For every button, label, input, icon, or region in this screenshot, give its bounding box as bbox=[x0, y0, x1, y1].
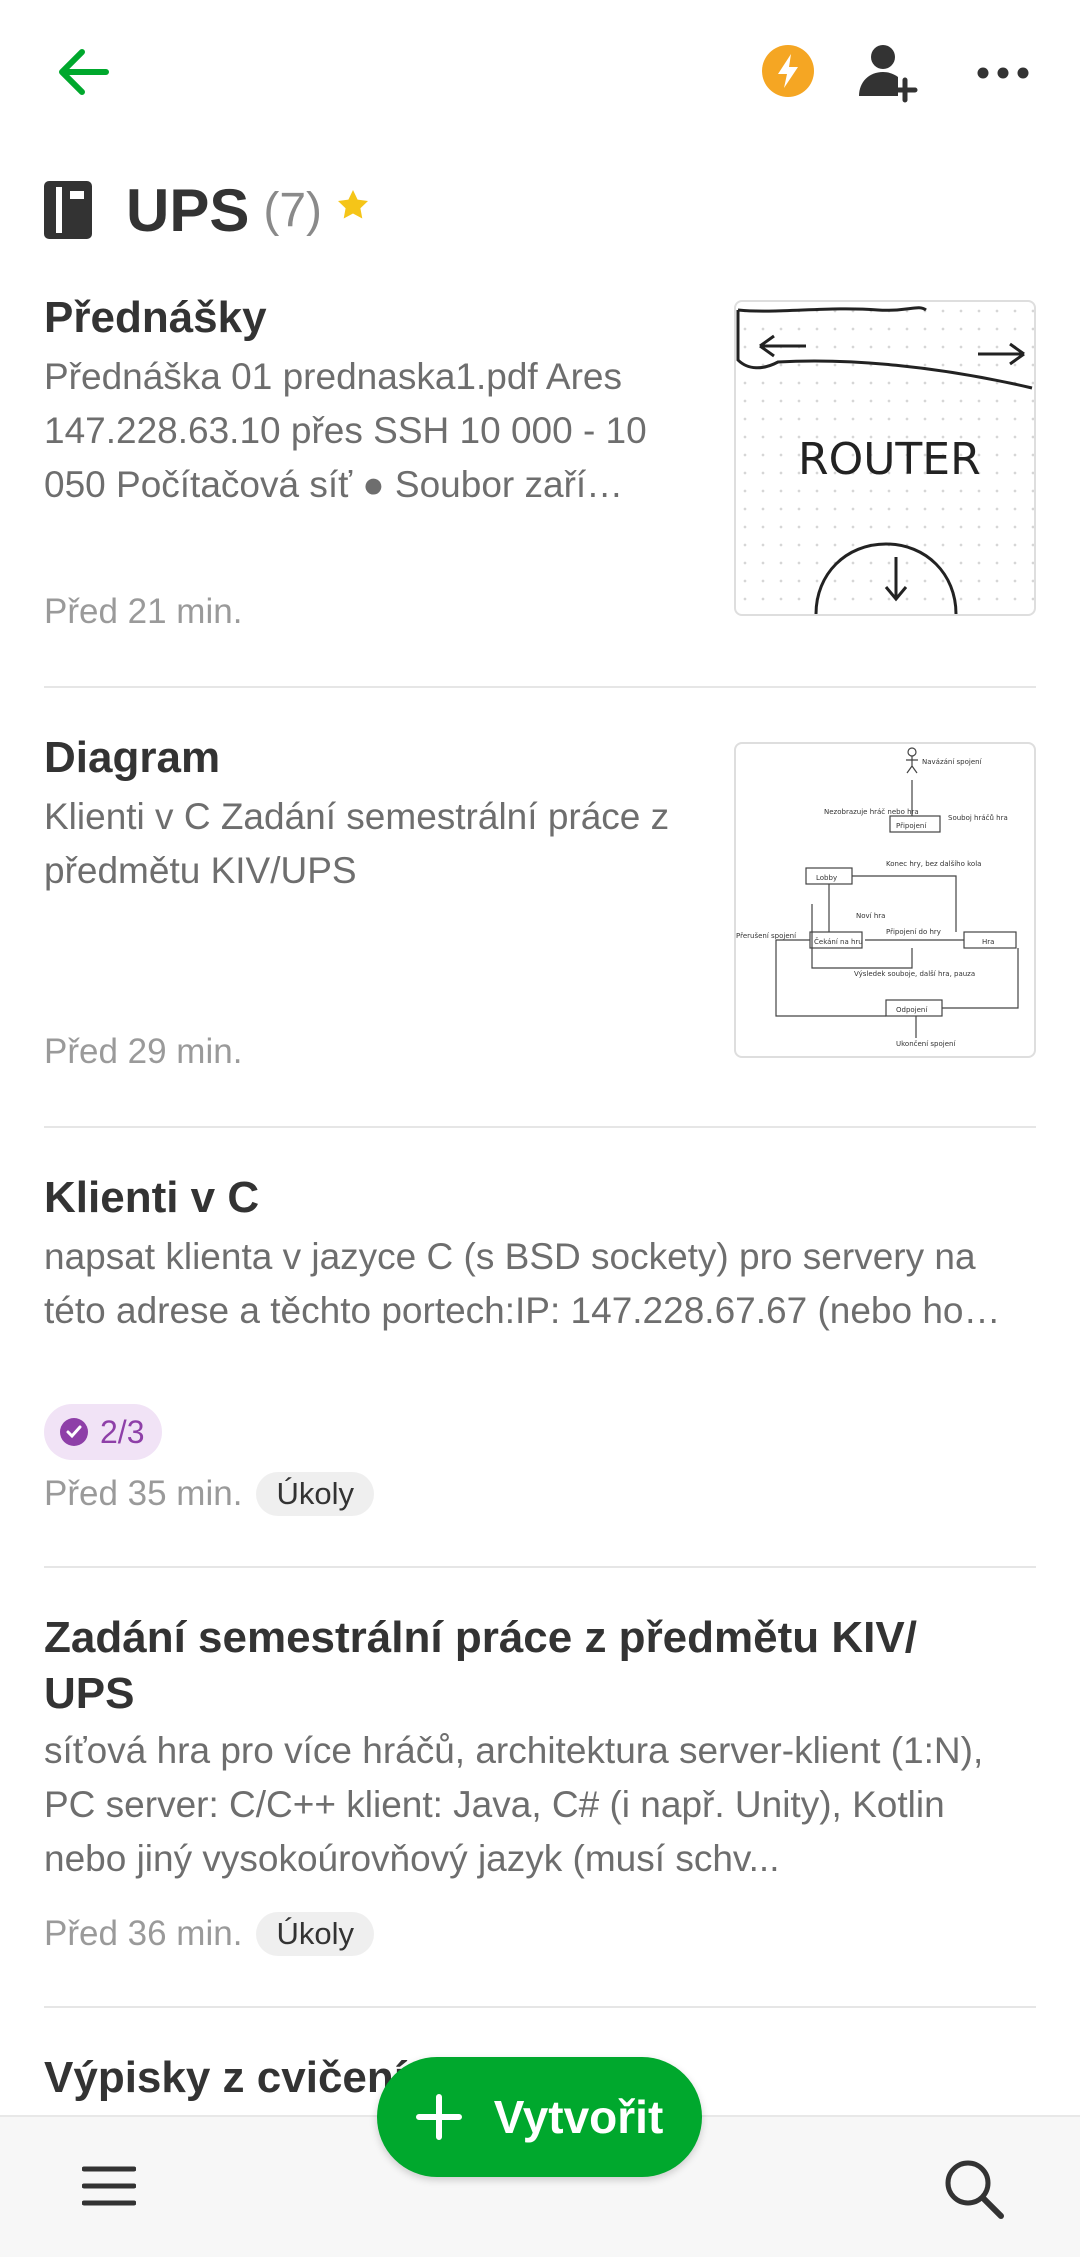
note-card[interactable]: Klienti v C napsat klienta v jazyce C (s… bbox=[44, 1162, 1036, 1568]
diagram-label: Noví hra bbox=[856, 912, 885, 920]
note-snippet: napsat klienta v jazyce C (s BSD sockety… bbox=[44, 1236, 1001, 1331]
note-card[interactable]: Diagram Klienti v C Zadání semestrální p… bbox=[44, 722, 1036, 1128]
note-snippet: Přednáška 01 prednaska1.pdf Ares 147.228… bbox=[44, 356, 647, 505]
task-progress-text: 2/3 bbox=[100, 1413, 145, 1450]
note-snippet: síťová hra pro více hráčů, architektura … bbox=[44, 1730, 984, 1879]
search-icon[interactable] bbox=[942, 2157, 1006, 2221]
top-bar bbox=[0, 0, 1080, 150]
diagram-label: Výsledek souboje, další hra, pauza bbox=[854, 970, 975, 978]
checkmark-icon bbox=[60, 1418, 88, 1446]
note-thumbnail: Navázání spojení Připojení Nezobrazuje h… bbox=[734, 742, 1036, 1058]
plus-icon bbox=[415, 2094, 462, 2140]
star-icon[interactable] bbox=[336, 188, 370, 222]
note-thumbnail: ROUTER bbox=[734, 300, 1036, 616]
note-card[interactable]: Přednášky Přednáška 01 prednaska1.pdf Ar… bbox=[44, 282, 1036, 688]
note-snippet: Klienti v C Zadání semestrální práce z p… bbox=[44, 796, 670, 891]
diagram-label: Připojení bbox=[896, 822, 927, 830]
create-note-button[interactable]: Vytvořit bbox=[377, 2057, 702, 2177]
note-title: Přednášky bbox=[44, 293, 267, 342]
diagram-label: Přerušení spojení bbox=[736, 932, 797, 940]
task-progress-badge[interactable]: 2/3 bbox=[44, 1404, 163, 1460]
note-card[interactable]: Zadání semestrální práce z předmětu KIV/… bbox=[44, 1602, 1036, 2008]
menu-icon[interactable] bbox=[82, 2165, 136, 2207]
note-title: Diagram bbox=[44, 733, 221, 782]
diagram-label: Hra bbox=[982, 938, 994, 946]
note-timestamp: Před 21 min. bbox=[44, 592, 243, 631]
diagram-label: Konec hry, bez dalšího kola bbox=[886, 860, 981, 868]
back-arrow-icon[interactable] bbox=[52, 40, 116, 104]
diagram-label: Ukončení spojení bbox=[896, 1040, 956, 1048]
note-count: (7) bbox=[263, 183, 323, 237]
note-tag[interactable]: Úkoly bbox=[256, 1912, 374, 1956]
diagram-label: Čekání na hru bbox=[814, 937, 863, 946]
note-tag[interactable]: Úkoly bbox=[256, 1472, 374, 1516]
note-timestamp: Před 35 min. bbox=[44, 1474, 243, 1513]
add-person-icon[interactable] bbox=[855, 40, 921, 106]
diagram-label: Odpojení bbox=[896, 1006, 928, 1014]
diagram-label: Navázání spojení bbox=[922, 758, 983, 766]
notebook-title: UPS bbox=[126, 176, 250, 244]
diagram-label: Lobby bbox=[816, 874, 837, 882]
diagram-label: Nezobrazuje hráč nebo hra bbox=[824, 808, 919, 816]
diagram-label: Připojení do hry bbox=[886, 928, 941, 936]
note-timestamp: Před 29 min. bbox=[44, 1032, 243, 1071]
note-timestamp: Před 36 min. bbox=[44, 1914, 243, 1953]
thumbnail-text: ROUTER bbox=[798, 434, 981, 485]
notebook-header: UPS (7) bbox=[44, 170, 370, 250]
lightning-bolt-icon[interactable] bbox=[762, 45, 814, 97]
note-title: Klienti v C bbox=[44, 1173, 260, 1222]
create-note-label: Vytvořit bbox=[493, 2091, 664, 2143]
more-options-icon[interactable] bbox=[976, 58, 1030, 88]
diagram-label: Souboj hráčů hra bbox=[948, 814, 1008, 822]
note-title: Zadání semestrální práce z předmětu KIV/… bbox=[44, 1613, 917, 1718]
notebook-icon bbox=[44, 181, 92, 239]
